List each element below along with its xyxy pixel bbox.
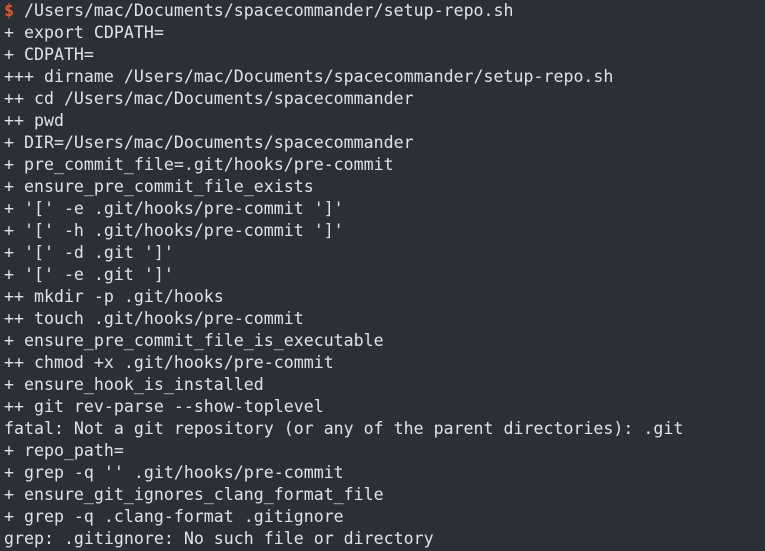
error-line: grep: .gitignore: No such file or direct… <box>4 529 434 548</box>
output-line: + grep -q .clang-format .gitignore <box>4 507 344 526</box>
terminal-window[interactable]: $ /Users/mac/Documents/spacecommander/se… <box>0 0 765 551</box>
output-line: ++ cd /Users/mac/Documents/spacecommande… <box>4 89 414 108</box>
output-line: + ensure_pre_commit_file_is_executable <box>4 331 384 350</box>
output-line: ++ touch .git/hooks/pre-commit <box>4 309 304 328</box>
output-line: + CDPATH= <box>4 45 94 64</box>
output-line: ++ mkdir -p .git/hooks <box>4 287 224 306</box>
output-line: + export CDPATH= <box>4 23 164 42</box>
output-line: + DIR=/Users/mac/Documents/spacecommande… <box>4 133 414 152</box>
output-line: ++ chmod +x .git/hooks/pre-commit <box>4 353 334 372</box>
output-line: + '[' -e .git/hooks/pre-commit ']' <box>4 199 344 218</box>
prompt-symbol: $ <box>4 1 14 20</box>
output-line: + ensure_hook_is_installed <box>4 375 264 394</box>
output-line: +++ dirname /Users/mac/Documents/spaceco… <box>4 67 614 86</box>
output-line: + ensure_pre_commit_file_exists <box>4 177 314 196</box>
output-line: + ensure_git_ignores_clang_format_file <box>4 485 384 504</box>
output-line: ++ git rev-parse --show-toplevel <box>4 397 324 416</box>
output-line: + '[' -e .git ']' <box>4 265 174 284</box>
command-text: /Users/mac/Documents/spacecommander/setu… <box>14 1 514 20</box>
output-line: ++ pwd <box>4 111 64 130</box>
output-line: + repo_path= <box>4 441 124 460</box>
output-line: + grep -q '' .git/hooks/pre-commit <box>4 463 344 482</box>
output-line: + '[' -h .git/hooks/pre-commit ']' <box>4 221 344 240</box>
output-line: + pre_commit_file=.git/hooks/pre-commit <box>4 155 394 174</box>
error-line: fatal: Not a git repository (or any of t… <box>4 419 684 438</box>
output-line: + '[' -d .git ']' <box>4 243 174 262</box>
command-line: $ /Users/mac/Documents/spacecommander/se… <box>4 0 765 22</box>
